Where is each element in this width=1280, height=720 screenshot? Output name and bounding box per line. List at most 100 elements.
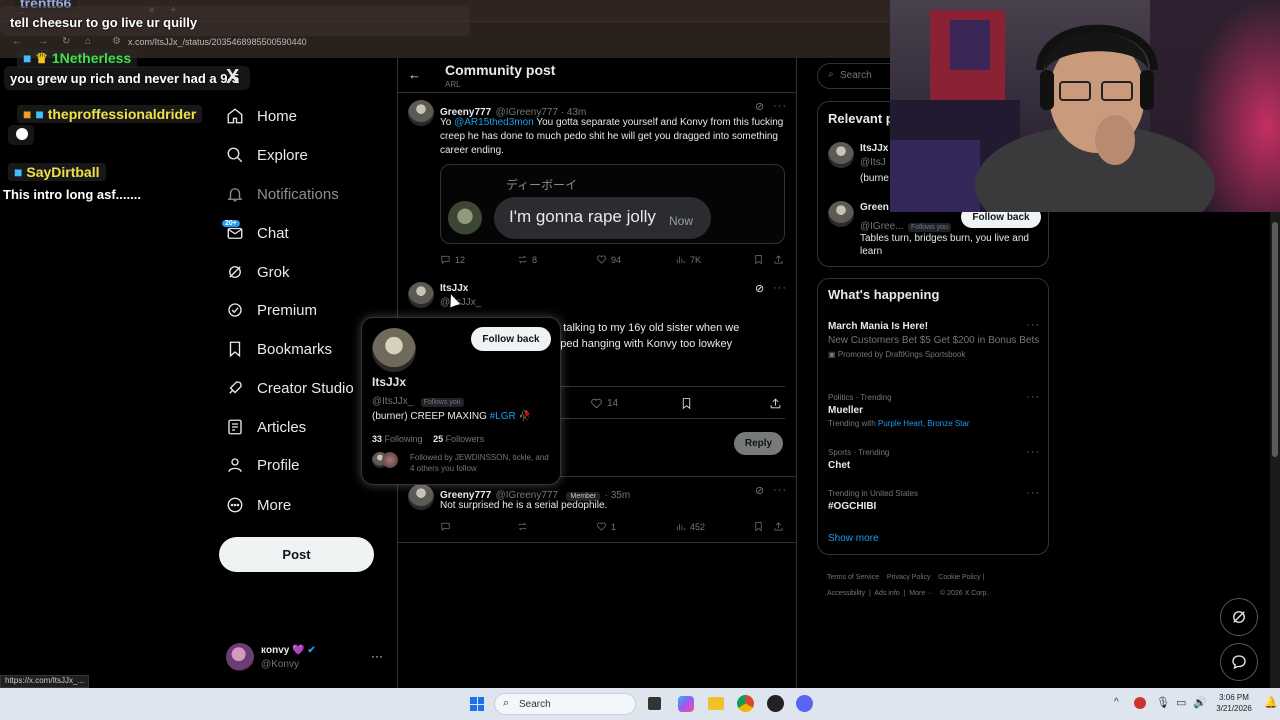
grok-icon[interactable]: ⊘ <box>755 100 764 113</box>
nav-articles[interactable]: Articles <box>225 412 306 442</box>
grok-icon[interactable]: ⊘ <box>755 484 764 497</box>
url-text[interactable]: x.com/ItsJJx_/status/2035468985500590440 <box>128 37 307 47</box>
more-icon[interactable]: ··· <box>1026 487 1040 499</box>
task-view-icon[interactable] <box>648 697 661 710</box>
relevant-name[interactable]: ItsJJx <box>860 143 888 154</box>
account-switcher[interactable]: кonvy 💜 ✔ @Konvy ··· <box>226 643 396 673</box>
follow-back-button[interactable]: Follow back <box>471 327 551 351</box>
nav-grok[interactable]: Grok <box>225 257 290 287</box>
post-button[interactable]: Post <box>219 537 374 572</box>
share-button[interactable] <box>769 397 782 410</box>
trend-item[interactable]: March Mania Is Here! New Customers Bet $… <box>828 321 1040 359</box>
nav-notifications[interactable]: Notifications <box>225 179 339 209</box>
footer-link[interactable]: Accessibility <box>827 590 865 597</box>
trend-item[interactable]: Trending in United States #OGCHIBI <box>828 489 1040 512</box>
reply-submit-button[interactable]: Reply <box>734 432 783 455</box>
forward-icon[interactable]: → <box>38 36 48 47</box>
home-browser-icon[interactable]: ⌂ <box>85 36 91 47</box>
nav-creator-studio[interactable]: Creator Studio <box>225 373 354 403</box>
avatar[interactable] <box>408 484 434 510</box>
profile-hovercard[interactable]: Follow back ItsJJx @ItsJJx_ Follows you … <box>361 317 561 485</box>
copilot-icon[interactable] <box>678 696 694 712</box>
nav-profile[interactable]: Profile <box>225 450 300 480</box>
hovercard-name[interactable]: ItsJJx <box>372 375 406 389</box>
app-icon[interactable] <box>767 695 784 712</box>
bookmark-button[interactable] <box>753 254 764 265</box>
more-icon[interactable]: ··· <box>773 282 787 294</box>
grok-icon[interactable]: ⊘ <box>755 282 764 295</box>
more-icon[interactable]: ··· <box>1026 446 1040 458</box>
clock[interactable]: 3:06 PM 3/21/2026 <box>1212 692 1256 714</box>
chrome-icon[interactable] <box>737 695 754 712</box>
bookmark-button[interactable] <box>680 397 693 410</box>
hovercard-avatar[interactable] <box>372 328 416 372</box>
volume-icon[interactable]: 🔊 <box>1193 696 1207 709</box>
site-info-icon[interactable]: ⚙ <box>112 36 121 47</box>
taskbar-search-input[interactable]: Search <box>519 699 551 710</box>
avatar[interactable] <box>828 142 854 168</box>
footer-link[interactable]: Privacy Policy <box>887 574 931 581</box>
reply-button[interactable] <box>440 521 451 532</box>
views-button[interactable]: 452 <box>675 521 705 532</box>
nav-home[interactable]: Home <box>225 101 297 131</box>
avatar[interactable] <box>408 100 434 126</box>
nav-bookmarks[interactable]: Bookmarks <box>225 334 332 364</box>
microphone-icon[interactable]: 🎙 <box>1156 696 1170 709</box>
start-icon[interactable] <box>470 697 484 711</box>
share-button[interactable] <box>773 254 784 265</box>
tray-app-icon[interactable] <box>1134 697 1146 709</box>
back-icon[interactable]: ← <box>12 36 22 47</box>
relevant-handle[interactable]: @ItsJ <box>860 157 886 168</box>
footer-link[interactable]: Ads info <box>874 590 899 597</box>
followers-link[interactable]: 25 Followers <box>433 434 484 444</box>
reload-icon[interactable]: ↻ <box>62 36 70 47</box>
grok-float-button[interactable] <box>1220 598 1258 636</box>
like-button[interactable]: 14 <box>590 397 618 410</box>
nav-more[interactable]: More <box>225 490 291 520</box>
mention-link[interactable]: @AR15thed3mon <box>454 117 534 128</box>
like-button[interactable]: 1 <box>596 521 616 532</box>
nav-premium[interactable]: Premium <box>225 295 317 325</box>
reply-button[interactable]: 12 <box>440 254 465 265</box>
back-arrow-icon[interactable]: ← <box>408 67 421 82</box>
avatar[interactable] <box>408 282 434 308</box>
scrollbar[interactable] <box>1270 212 1280 688</box>
repost-button[interactable]: 8 <box>517 254 537 265</box>
trend-item[interactable]: Politics · Trending Mueller Trending wit… <box>828 393 1040 428</box>
hovercard-handle[interactable]: @ItsJJx_ <box>372 396 413 407</box>
file-explorer-icon[interactable] <box>708 697 724 710</box>
share-button[interactable] <box>773 521 784 532</box>
discord-icon[interactable] <box>796 695 813 712</box>
bookmark-button[interactable] <box>753 521 764 532</box>
search-input[interactable]: Search <box>840 70 872 81</box>
trend-link[interactable]: Purple Heart, Bronze Star <box>878 419 970 428</box>
more-icon[interactable]: ··· <box>773 100 787 112</box>
taskbar-search[interactable]: ⌕ Search <box>494 693 636 715</box>
nav-chat[interactable]: 20+ Chat <box>222 218 289 248</box>
more-icon[interactable]: ··· <box>1026 319 1040 331</box>
footer-link[interactable]: Cookie Policy <box>938 574 980 581</box>
avatar[interactable] <box>828 201 854 227</box>
like-button[interactable]: 94 <box>596 254 621 265</box>
more-icon[interactable]: ··· <box>773 484 787 496</box>
relevant-name[interactable]: Green <box>860 202 889 213</box>
more-icon[interactable]: ··· <box>1026 391 1040 403</box>
messages-float-button[interactable] <box>1220 643 1258 681</box>
embedded-image[interactable]: ディーボーイ I'm gonna rape jolly Now <box>440 164 785 244</box>
trend-item[interactable]: Sports · Trending Chet <box>828 448 1040 471</box>
views-button[interactable]: 7K <box>675 254 701 265</box>
show-more-link[interactable]: Show more <box>828 533 879 544</box>
tray-chevron-icon[interactable]: ^ <box>1114 697 1119 708</box>
followed-by-text[interactable]: Followed by JEWDINSSON, tickle, and 4 ot… <box>410 452 555 474</box>
nav-explore[interactable]: Explore <box>225 140 308 170</box>
following-link[interactable]: 33 Following <box>372 434 423 444</box>
footer-link[interactable]: More ··· <box>909 590 934 597</box>
footer-link[interactable]: Terms of Service <box>827 574 879 581</box>
notification-bell-icon[interactable]: 🔔 <box>1264 696 1278 709</box>
x-logo[interactable]: X <box>226 66 239 89</box>
repost-button[interactable] <box>517 521 528 532</box>
account-more-icon[interactable]: ··· <box>371 649 383 663</box>
scrollbar-thumb[interactable] <box>1272 222 1278 457</box>
relevant-handle[interactable]: @IGree... <box>860 221 904 232</box>
network-icon[interactable]: ▭ <box>1176 696 1186 709</box>
